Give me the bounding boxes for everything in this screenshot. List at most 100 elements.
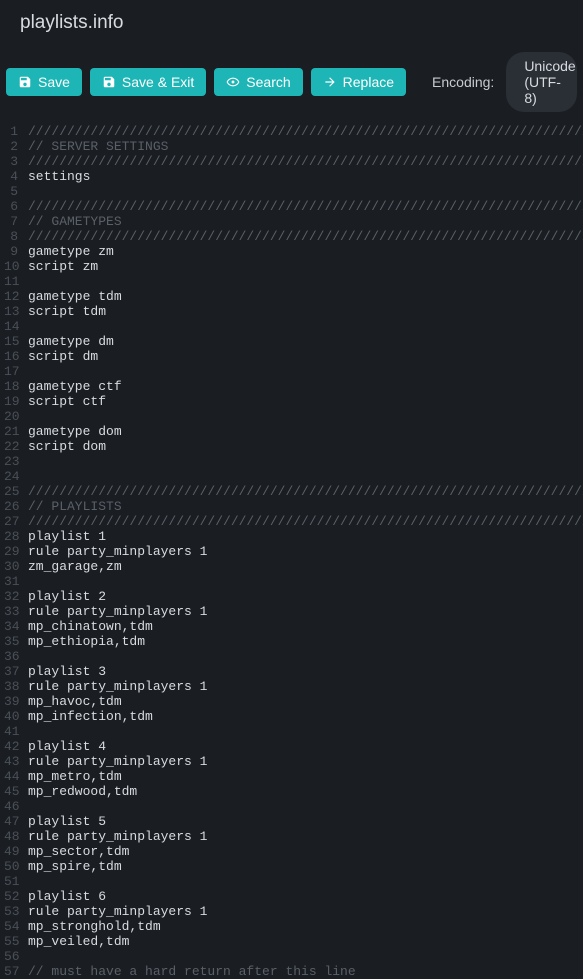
code-line[interactable] [28, 649, 583, 664]
save-button[interactable]: Save [6, 68, 82, 96]
code-line[interactable]: mp_infection,tdm [28, 709, 583, 724]
code-line[interactable] [28, 799, 583, 814]
encoding-label: Encoding: [432, 74, 494, 90]
line-number: 55 [4, 934, 18, 949]
line-number: 42 [4, 739, 18, 754]
toolbar: Save Save & Exit Search Replace Encoding… [0, 46, 583, 118]
encoding-select[interactable]: Unicode (UTF-8) [506, 52, 577, 112]
code-line[interactable]: rule party_minplayers 1 [28, 679, 583, 694]
line-number: 25 [4, 484, 18, 499]
code-line[interactable]: playlist 6 [28, 889, 583, 904]
line-number: 1 [4, 124, 18, 139]
code-line[interactable]: playlist 1 [28, 529, 583, 544]
code-line[interactable] [28, 454, 583, 469]
line-number: 4 [4, 169, 18, 184]
code-line[interactable]: script dm [28, 349, 583, 364]
line-number: 15 [4, 334, 18, 349]
line-number: 18 [4, 379, 18, 394]
line-number: 12 [4, 289, 18, 304]
code-line[interactable]: ////////////////////////////////////////… [28, 484, 583, 499]
code-line[interactable]: gametype tdm [28, 289, 583, 304]
code-line[interactable] [28, 364, 583, 379]
code-line[interactable]: mp_havoc,tdm [28, 694, 583, 709]
line-number: 51 [4, 874, 18, 889]
code-line[interactable] [28, 319, 583, 334]
code-line[interactable] [28, 874, 583, 889]
code-line[interactable]: gametype dm [28, 334, 583, 349]
code-line[interactable]: gametype zm [28, 244, 583, 259]
code-line[interactable]: mp_spire,tdm [28, 859, 583, 874]
line-number: 17 [4, 364, 18, 379]
line-number: 21 [4, 424, 18, 439]
line-number: 53 [4, 904, 18, 919]
code-line[interactable]: ////////////////////////////////////////… [28, 154, 583, 169]
code-line[interactable] [28, 469, 583, 484]
line-number: 16 [4, 349, 18, 364]
line-number: 49 [4, 844, 18, 859]
code-line[interactable]: playlist 5 [28, 814, 583, 829]
code-line[interactable]: // GAMETYPES [28, 214, 583, 229]
code-line[interactable]: mp_sector,tdm [28, 844, 583, 859]
code-line[interactable]: ////////////////////////////////////////… [28, 124, 583, 139]
code-line[interactable] [28, 724, 583, 739]
code-editor[interactable]: 1234567891011121314151617181920212223242… [0, 124, 583, 979]
code-line[interactable]: mp_redwood,tdm [28, 784, 583, 799]
code-line[interactable]: playlist 3 [28, 664, 583, 679]
line-number: 46 [4, 799, 18, 814]
code-line[interactable]: mp_ethiopia,tdm [28, 634, 583, 649]
code-line[interactable]: script dom [28, 439, 583, 454]
code-line[interactable] [28, 949, 583, 964]
code-line[interactable]: gametype ctf [28, 379, 583, 394]
code-line[interactable]: // SERVER SETTINGS [28, 139, 583, 154]
save-exit-button[interactable]: Save & Exit [90, 68, 206, 96]
code-content[interactable]: ////////////////////////////////////////… [24, 124, 583, 979]
code-line[interactable] [28, 574, 583, 589]
line-number: 35 [4, 634, 18, 649]
code-line[interactable]: mp_metro,tdm [28, 769, 583, 784]
code-line[interactable]: script tdm [28, 304, 583, 319]
code-line[interactable] [28, 409, 583, 424]
line-number: 47 [4, 814, 18, 829]
code-line[interactable]: mp_chinatown,tdm [28, 619, 583, 634]
code-line[interactable]: playlist 2 [28, 589, 583, 604]
code-line[interactable]: mp_stronghold,tdm [28, 919, 583, 934]
code-line[interactable] [28, 184, 583, 199]
code-line[interactable]: ////////////////////////////////////////… [28, 229, 583, 244]
line-number: 48 [4, 829, 18, 844]
line-number: 30 [4, 559, 18, 574]
code-line[interactable]: rule party_minplayers 1 [28, 904, 583, 919]
line-number: 52 [4, 889, 18, 904]
code-line[interactable]: // must have a hard return after this li… [28, 964, 583, 979]
code-line[interactable]: mp_veiled,tdm [28, 934, 583, 949]
line-number: 10 [4, 259, 18, 274]
line-number: 20 [4, 409, 18, 424]
code-line[interactable]: script zm [28, 259, 583, 274]
code-line[interactable]: zm_garage,zm [28, 559, 583, 574]
line-number: 57 [4, 964, 18, 979]
line-number: 27 [4, 514, 18, 529]
search-icon [226, 75, 240, 89]
search-button[interactable]: Search [214, 68, 302, 96]
save-exit-button-label: Save & Exit [122, 74, 194, 90]
replace-button[interactable]: Replace [311, 68, 406, 96]
code-line[interactable]: // PLAYLISTS [28, 499, 583, 514]
code-line[interactable]: script ctf [28, 394, 583, 409]
code-line[interactable] [28, 274, 583, 289]
code-line[interactable]: gametype dom [28, 424, 583, 439]
save-icon [102, 75, 116, 89]
line-number: 29 [4, 544, 18, 559]
line-number: 56 [4, 949, 18, 964]
line-number: 14 [4, 319, 18, 334]
code-line[interactable]: playlist 4 [28, 739, 583, 754]
line-number: 13 [4, 304, 18, 319]
code-line[interactable]: rule party_minplayers 1 [28, 754, 583, 769]
code-line[interactable]: rule party_minplayers 1 [28, 829, 583, 844]
save-button-label: Save [38, 74, 70, 90]
replace-button-label: Replace [343, 74, 394, 90]
code-line[interactable]: rule party_minplayers 1 [28, 604, 583, 619]
code-line[interactable]: settings [28, 169, 583, 184]
code-line[interactable]: ////////////////////////////////////////… [28, 514, 583, 529]
code-line[interactable]: ////////////////////////////////////////… [28, 199, 583, 214]
line-number: 54 [4, 919, 18, 934]
code-line[interactable]: rule party_minplayers 1 [28, 544, 583, 559]
